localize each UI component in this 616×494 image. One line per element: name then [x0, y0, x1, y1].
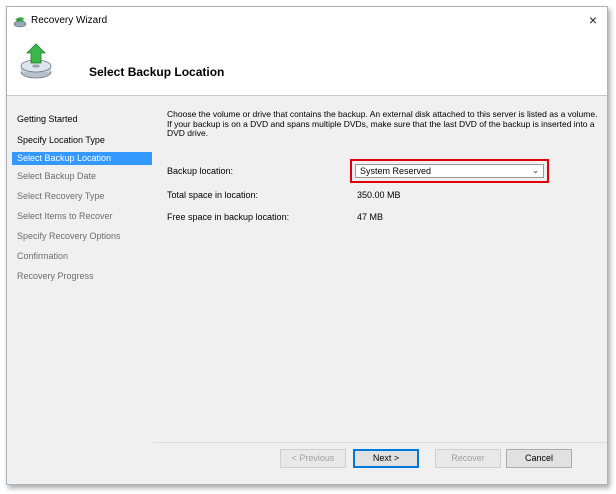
recovery-wizard-icon	[17, 43, 55, 81]
wizard-header: Select Backup Location	[7, 39, 607, 95]
previous-button[interactable]: < Previous	[280, 449, 346, 468]
nav-step-getting-started[interactable]: Getting Started	[12, 110, 152, 128]
footer-divider	[153, 442, 607, 443]
chevron-down-icon[interactable]: ⌄	[532, 165, 539, 177]
recovery-wizard-window: Recovery Wizard × Select Backup Location…	[6, 6, 608, 485]
nav-step-select-backup-location[interactable]: Select Backup Location	[12, 152, 152, 165]
backup-location-selected-value: System Reserved	[360, 166, 432, 176]
window-title: Recovery Wizard	[31, 15, 108, 26]
close-button[interactable]: ×	[579, 7, 607, 33]
instructions-text: Choose the volume or drive that contains…	[167, 109, 598, 139]
free-space-label: Free space in backup location:	[167, 212, 290, 222]
backup-location-label: Backup location:	[167, 166, 234, 176]
nav-step-recovery-progress: Recovery Progress	[17, 271, 94, 281]
nav-step-confirmation: Confirmation	[17, 251, 69, 261]
total-space-label: Total space in location:	[167, 190, 259, 200]
next-button[interactable]: Next >	[353, 449, 419, 468]
total-space-value: 350.00 MB	[357, 190, 401, 200]
recovery-app-icon	[13, 14, 27, 28]
backup-location-dropdown[interactable]: System Reserved ⌄	[355, 164, 544, 178]
nav-step-select-items-to-recover: Select Items to Recover	[17, 211, 113, 221]
free-space-value: 47 MB	[357, 212, 384, 222]
nav-step-specify-recovery-options: Specify Recovery Options	[17, 231, 121, 241]
wizard-steps-nav: Getting Started Specify Location Type Se…	[7, 96, 153, 484]
wizard-body: Getting Started Specify Location Type Se…	[7, 96, 607, 484]
content-panel: Choose the volume or drive that contains…	[153, 96, 607, 442]
cancel-button[interactable]: Cancel	[506, 449, 572, 468]
page-title: Select Backup Location	[89, 65, 225, 79]
nav-step-specify-location-type[interactable]: Specify Location Type	[12, 131, 152, 149]
nav-step-select-backup-date: Select Backup Date	[17, 171, 97, 181]
title-bar: Recovery Wizard ×	[7, 7, 607, 39]
nav-step-select-recovery-type: Select Recovery Type	[17, 191, 105, 201]
backup-location-highlight: System Reserved ⌄	[350, 159, 549, 183]
recover-button[interactable]: Recover	[435, 449, 501, 468]
